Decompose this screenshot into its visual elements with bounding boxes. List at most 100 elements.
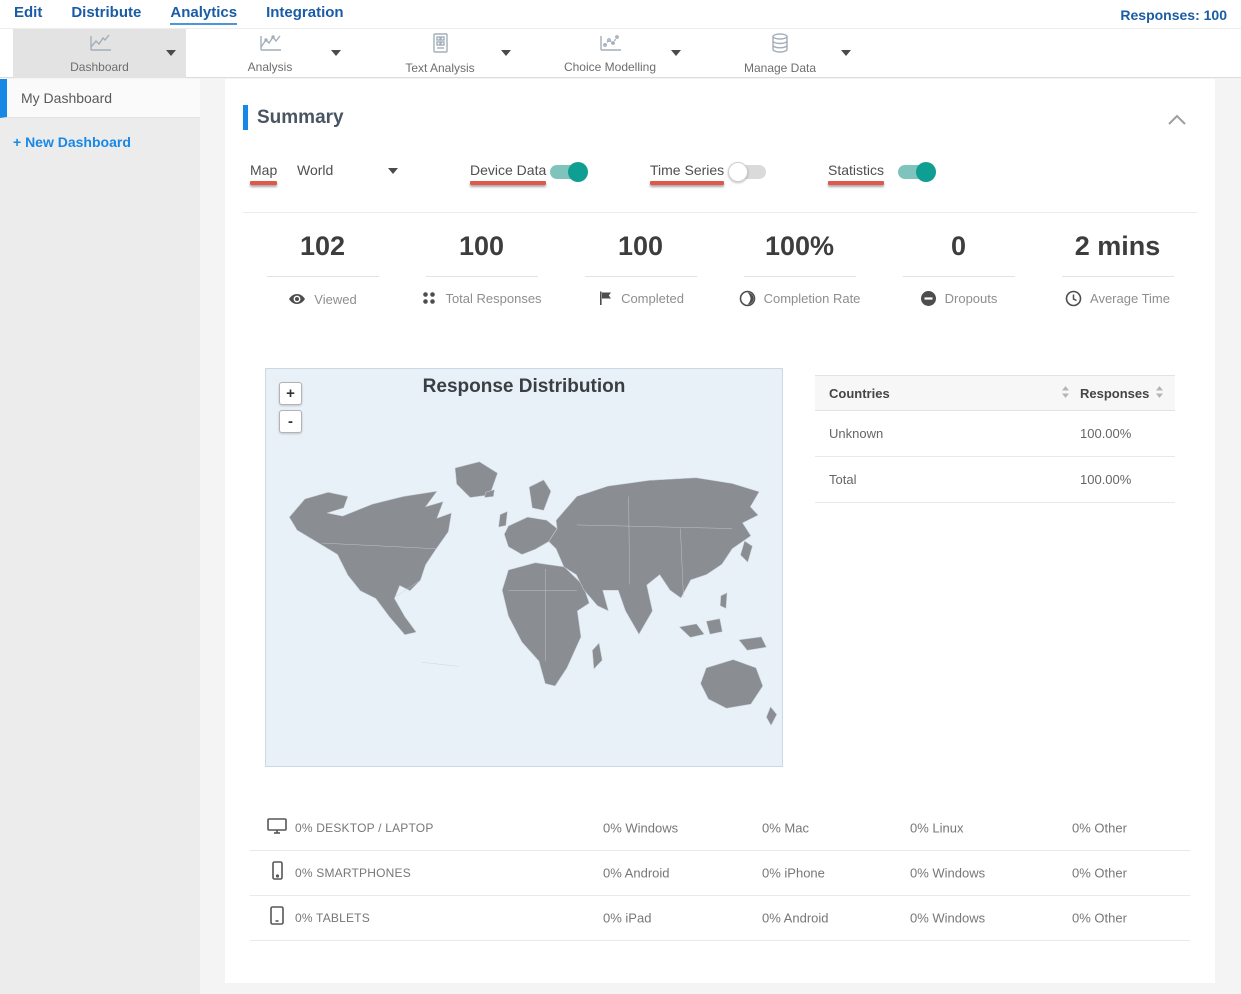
chevron-down-icon[interactable] [388,168,398,174]
analytics-dashboard-page: Edit Distribute Analytics Integration Re… [0,0,1241,994]
contrast-circle-icon [739,290,756,307]
eye-icon [288,290,306,308]
time-series-toggle[interactable] [728,162,766,182]
toolbar-item-label: Choice Modelling [563,60,657,74]
section-divider [243,212,1197,213]
device-data-label: Device Data [470,162,547,185]
analytics-toolbar: Dashboard Analysis Text Analysis Choice … [0,28,1241,78]
document-grid-icon [429,32,451,59]
device-stat: 0% Windows [910,865,986,881]
summary-panel: Summary Map World Device Data Time Serie… [225,79,1215,983]
toolbar-item-label: Analysis [247,60,293,74]
toggle-knob [568,162,588,182]
country-name: Unknown [829,426,884,441]
map-label-text: Map [250,162,278,178]
nav-tab-integration[interactable]: Integration [266,4,344,25]
stat-completion-rate: 100% Completion Rate [720,231,879,308]
line-chart-icon [87,33,113,58]
dashboard-sidebar: My Dashboard + New Dashboard [0,79,200,994]
new-dashboard-button[interactable]: + New Dashboard [0,134,200,150]
country-responses: 100.00% [1080,472,1132,487]
sidebar-item-label: My Dashboard [21,90,113,106]
stat-viewed: 102 Viewed [243,231,402,308]
device-data-toggle[interactable] [550,162,588,182]
map-control-label[interactable]: Map [250,162,278,185]
stat-divider [425,276,538,277]
sort-icon[interactable] [1155,385,1164,402]
table-row: Total 100.00% [815,457,1175,503]
nav-tab-distribute[interactable]: Distribute [71,4,141,25]
toolbar-item-label: Text Analysis [405,61,475,75]
time-series-label: Time Series [650,162,725,185]
toolbar-item-dashboard[interactable]: Dashboard [13,29,186,78]
summary-title: Summary [257,107,344,128]
statistics-underline [828,181,885,185]
chevron-down-icon[interactable] [166,50,176,56]
stat-label: Dropouts [944,291,998,306]
stat-divider [584,276,697,277]
device-stat: 0% Other [1072,865,1127,881]
stat-total-responses: 100 Total Responses [402,231,561,308]
scatter-chart-icon [597,33,623,58]
device-data-label-text: Device Data [470,162,547,178]
device-stat: 0% Other [1072,820,1127,836]
toolbar-item-analysis[interactable]: Analysis [200,29,340,78]
stat-value: 100% [764,231,835,261]
toolbar-item-choice-modelling[interactable]: Choice Modelling [540,29,680,78]
stat-label: Completion Rate [763,291,861,306]
responses-column-header[interactable]: Responses [1080,386,1149,401]
statistics-toggle[interactable] [898,162,936,182]
device-stat: 0% Android [603,865,670,881]
line-chart-icon [257,33,283,58]
chevron-down-icon[interactable] [501,50,511,56]
stat-divider [743,276,856,277]
top-navigation: Edit Distribute Analytics Integration Re… [0,0,1241,28]
stat-divider [266,276,379,277]
time-series-label-text: Time Series [650,162,725,178]
nav-tab-edit[interactable]: Edit [14,4,42,25]
toolbar-item-text-analysis[interactable]: Text Analysis [370,29,510,78]
response-distribution-map[interactable]: Response Distribution + - [265,368,783,767]
stat-dropouts: 0 Dropouts [879,231,1038,308]
stat-divider [902,276,1015,277]
smartphone-icon [266,861,288,886]
nav-tab-analytics[interactable]: Analytics [170,4,238,25]
summary-accent-bar [243,105,248,130]
responses-count-link[interactable]: Responses: 100 [1120,7,1227,23]
clock-icon [1065,290,1082,307]
table-row: Unknown 100.00% [815,411,1175,457]
sidebar-item-my-dashboard[interactable]: My Dashboard [0,79,200,118]
stat-value: 100 [617,231,664,261]
map-zoom-in-button[interactable]: + [279,382,302,405]
countries-table: Countries Responses Unknown 100.00% Tota… [815,375,1175,503]
chevron-up-icon[interactable] [1167,113,1187,131]
chevron-down-icon[interactable] [671,50,681,56]
country-responses: 100.00% [1080,426,1132,441]
stat-value: 0 [950,231,967,261]
countries-column-header[interactable]: Countries [829,386,890,401]
device-stat: 0% Mac [762,820,809,836]
device-stat: 0% iPhone [762,865,825,881]
map-active-underline [250,181,278,185]
stat-completed: 100 Completed [561,231,720,308]
stat-label: Total Responses [445,290,542,306]
tablet-icon [266,906,288,931]
stat-label: Average Time [1090,291,1170,306]
toolbar-item-manage-data[interactable]: Manage Data [710,29,850,78]
map-title: Response Distribution [422,376,626,397]
desktop-icon [266,816,288,840]
toggle-knob [916,162,936,182]
stat-divider [1061,276,1174,277]
chevron-down-icon[interactable] [841,50,851,56]
device-stat: 0% Linux [910,820,964,836]
stat-label: Completed [621,290,684,306]
stat-average-time: 2 mins Average Time [1038,231,1197,308]
table-row-smartphones: 0% SMARTPHONES 0% Android 0% iPhone 0% W… [250,851,1190,896]
map-region-select[interactable]: World [297,162,333,178]
stat-value: 100 [458,231,505,261]
device-stat: 0% Windows [910,910,986,926]
chevron-down-icon[interactable] [331,50,341,56]
minus-circle-icon [920,290,937,307]
sort-icon[interactable] [1061,385,1070,402]
device-category-label: 0% TABLETS [295,911,370,925]
